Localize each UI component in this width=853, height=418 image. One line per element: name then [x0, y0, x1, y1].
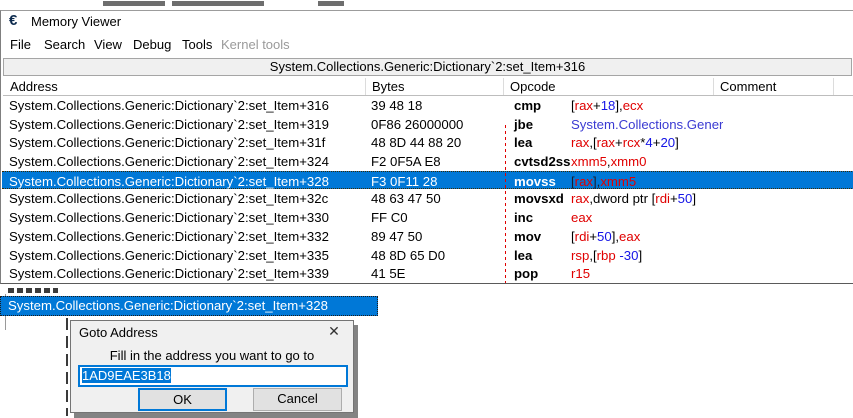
- address-input[interactable]: 1AD9EAE3B18: [78, 365, 348, 387]
- row-bytes: F3 0F11 28: [371, 174, 437, 189]
- column-header: Address Bytes Opcode Comment: [3, 77, 853, 96]
- background-window-fragment: [318, 1, 344, 6]
- row-mnemonic: mov: [514, 229, 571, 244]
- row-bytes: 48 63 47 50: [371, 191, 441, 206]
- row-operands: rax,[rax+rcx*4+20]: [571, 135, 679, 150]
- cheat-engine-icon: €: [9, 13, 24, 28]
- column-separator: [833, 78, 834, 95]
- column-header-address[interactable]: Address: [10, 79, 58, 94]
- row-address: System.Collections.Generic:Dictionary`2:…: [9, 229, 329, 244]
- row-mnemonic: lea: [514, 135, 571, 150]
- address-input-selected-text: 1AD9EAE3B18: [82, 368, 171, 383]
- close-icon[interactable]: ✕: [325, 323, 343, 340]
- row-bytes: 48 8D 65 D0: [371, 248, 445, 263]
- row-mnemonic: cmp: [514, 98, 571, 113]
- row-operands: System.Collections.Gener: [571, 117, 723, 132]
- column-header-bytes[interactable]: Bytes: [372, 79, 405, 94]
- window-title: Memory Viewer: [31, 14, 121, 29]
- memory-viewer-window: € Memory Viewer File SearchViewDebugTools…: [0, 10, 853, 284]
- screenshot-canvas: € Memory Viewer File SearchViewDebugTools…: [0, 0, 853, 418]
- disassembly-row[interactable]: System.Collections.Generic:Dictionary`2:…: [2, 115, 853, 134]
- row-operands: rsp,[rbp -30]: [571, 248, 642, 263]
- title-bar: € Memory Viewer: [1, 11, 853, 32]
- row-mnemonic: cvtsd2ss: [514, 154, 571, 169]
- row-operands: [rax],xmm5: [571, 174, 636, 189]
- menu-item-tools[interactable]: Tools: [178, 35, 216, 54]
- selected-line-fragment[interactable]: System.Collections.Generic:Dictionary`2:…: [0, 296, 378, 316]
- disassembly-row[interactable]: System.Collections.Generic:Dictionary`2:…: [2, 133, 853, 152]
- row-address: System.Collections.Generic:Dictionary`2:…: [9, 174, 329, 189]
- disassembly-rows: System.Collections.Generic:Dictionary`2:…: [2, 96, 853, 284]
- row-mnemonic: movss: [514, 174, 571, 189]
- row-mnemonic: inc: [514, 210, 571, 225]
- disassembly-row[interactable]: System.Collections.Generic:Dictionary`2:…: [2, 264, 853, 283]
- column-separator: [365, 78, 366, 95]
- row-mnemonic: lea: [514, 248, 571, 263]
- disassembly-row[interactable]: System.Collections.Generic:Dictionary`2:…: [2, 96, 853, 115]
- column-separator: [713, 78, 714, 95]
- row-operands: r15: [571, 266, 590, 281]
- row-bytes: 41 5E: [371, 266, 405, 281]
- disassembly-row[interactable]: System.Collections.Generic:Dictionary`2:…: [2, 171, 853, 190]
- row-address: System.Collections.Generic:Dictionary`2:…: [9, 154, 329, 169]
- row-address: System.Collections.Generic:Dictionary`2:…: [9, 248, 329, 263]
- row-mnemonic: movsxd: [514, 191, 571, 206]
- cancel-button[interactable]: Cancel: [253, 388, 342, 411]
- column-separator: [503, 78, 504, 95]
- menu-item-view[interactable]: View: [90, 35, 126, 54]
- column-header-comment[interactable]: Comment: [720, 79, 776, 94]
- disassembly-row[interactable]: System.Collections.Generic:Dictionary`2:…: [2, 208, 853, 227]
- disassembly-row[interactable]: System.Collections.Generic:Dictionary`2:…: [2, 227, 853, 246]
- fragment-dashed-border: [66, 318, 68, 416]
- background-window-fragment: [172, 1, 264, 6]
- row-address: System.Collections.Generic:Dictionary`2:…: [9, 135, 325, 150]
- background-window-fragment: [103, 1, 165, 6]
- jump-arrow-line: [505, 125, 506, 284]
- row-bytes: FF C0: [371, 210, 408, 225]
- dialog-prompt-label: Fill in the address you want to go to: [71, 348, 353, 363]
- row-operands: [rdi+50],eax: [571, 229, 640, 244]
- menu-item-debug[interactable]: Debug: [129, 35, 175, 54]
- menu-item-search[interactable]: Search: [40, 35, 89, 54]
- menu-item-file[interactable]: File: [6, 35, 35, 54]
- dialog-title: Goto Address: [79, 325, 158, 340]
- symbol-header-bar: System.Collections.Generic:Dictionary`2:…: [3, 58, 852, 76]
- row-mnemonic: jbe: [514, 117, 571, 132]
- row-bytes: 48 8D 44 88 20: [371, 135, 461, 150]
- row-operands: rax,dword ptr [rdi+50]: [571, 191, 696, 206]
- disassembly-row[interactable]: System.Collections.Generic:Dictionary`2:…: [2, 246, 853, 265]
- row-operands: eax: [571, 210, 592, 225]
- menu-bar: File SearchViewDebugToolsKernel tools: [1, 32, 853, 55]
- clipped-row-fragment: [8, 288, 58, 293]
- row-operands: [rax+18],ecx: [571, 98, 643, 113]
- row-bytes: 39 48 18: [371, 98, 422, 113]
- goto-address-dialog: Goto Address ✕ Fill in the address you w…: [70, 320, 354, 413]
- row-address: System.Collections.Generic:Dictionary`2:…: [9, 191, 328, 206]
- row-address: System.Collections.Generic:Dictionary`2:…: [9, 266, 329, 281]
- row-address: System.Collections.Generic:Dictionary`2:…: [9, 117, 329, 132]
- menu-item-kernel-tools: Kernel tools: [217, 35, 294, 54]
- column-header-opcode[interactable]: Opcode: [510, 79, 556, 94]
- disassembly-row[interactable]: System.Collections.Generic:Dictionary`2:…: [2, 189, 853, 208]
- row-bytes: 0F86 26000000: [371, 117, 463, 132]
- row-mnemonic: pop: [514, 266, 571, 281]
- row-address: System.Collections.Generic:Dictionary`2:…: [9, 98, 329, 113]
- ok-button[interactable]: OK: [138, 388, 227, 411]
- row-address: System.Collections.Generic:Dictionary`2:…: [9, 210, 329, 225]
- row-operands: xmm5,xmm0: [571, 154, 646, 169]
- row-bytes: 89 47 50: [371, 229, 422, 244]
- row-bytes: F2 0F5A E8: [371, 154, 441, 169]
- disassembly-row[interactable]: System.Collections.Generic:Dictionary`2:…: [2, 152, 853, 171]
